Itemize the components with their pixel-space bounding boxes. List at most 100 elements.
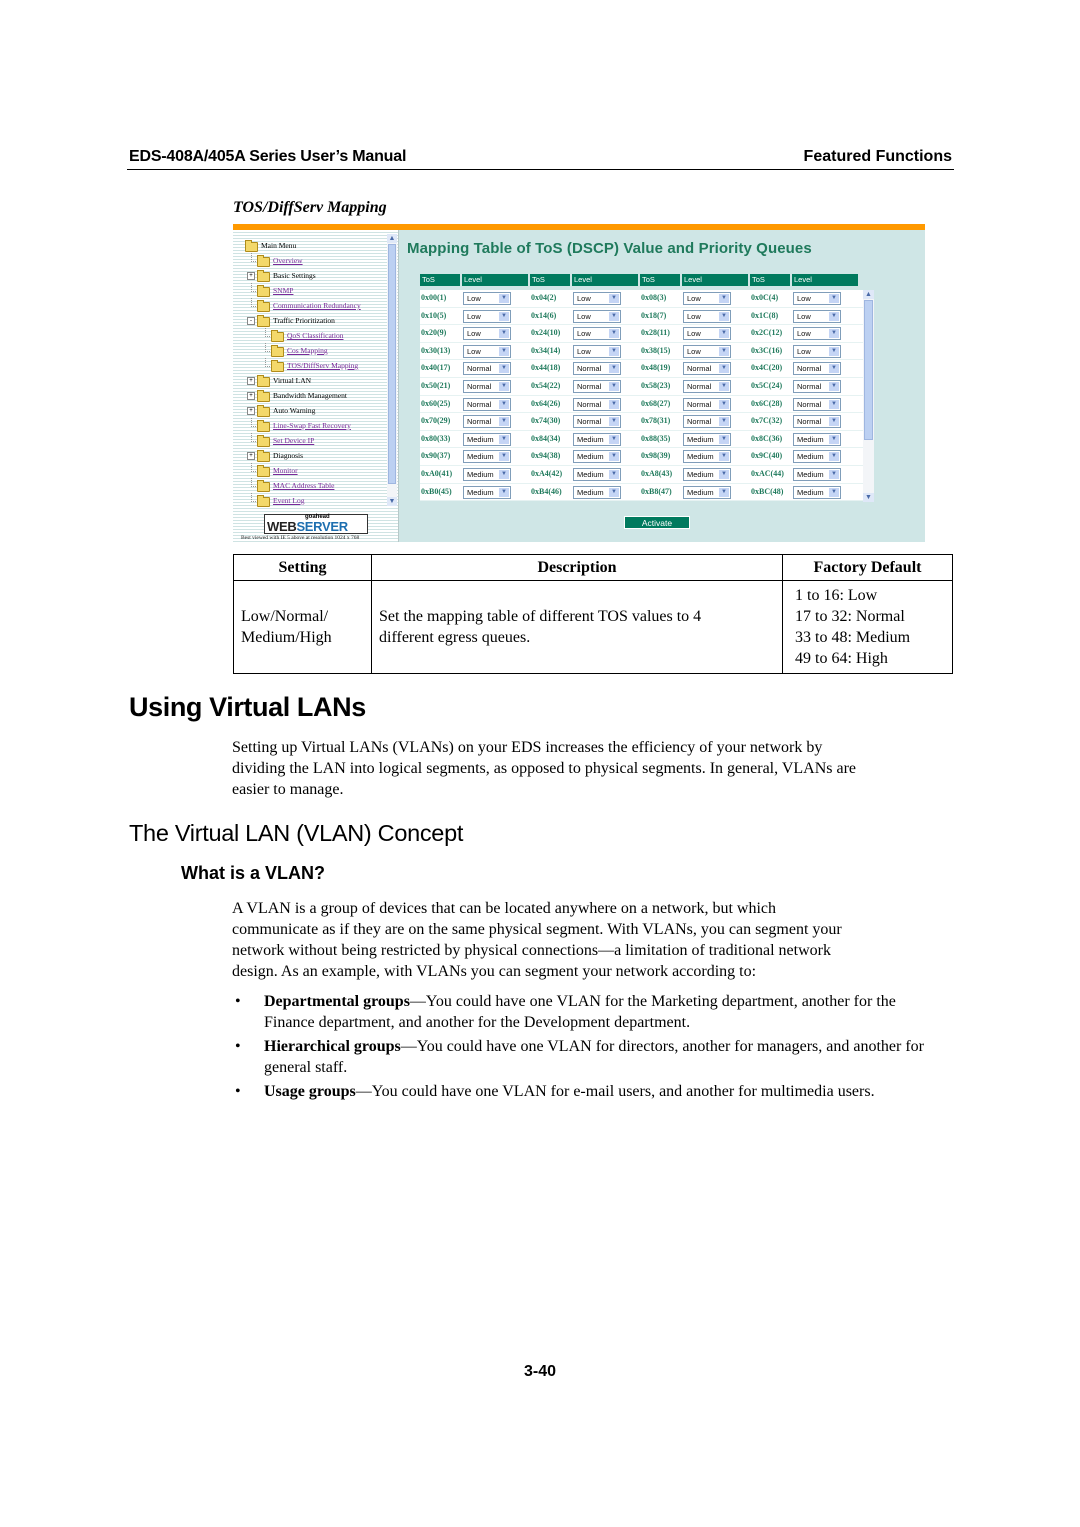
sidebar-item[interactable]: Line-Swap Fast Recovery bbox=[237, 418, 385, 433]
chevron-down-icon[interactable]: ▼ bbox=[829, 364, 839, 374]
sidebar-item[interactable]: Overview bbox=[237, 253, 385, 268]
level-select[interactable]: Low ▼ bbox=[683, 292, 731, 305]
chevron-down-icon[interactable]: ▼ bbox=[719, 329, 729, 339]
chevron-down-icon[interactable]: ▼ bbox=[499, 329, 509, 339]
chevron-down-icon[interactable]: ▼ bbox=[609, 346, 619, 356]
sidebar-item-label[interactable]: SNMP bbox=[273, 283, 293, 298]
chevron-down-icon[interactable]: ▼ bbox=[609, 469, 619, 479]
chevron-down-icon[interactable]: ▼ bbox=[829, 417, 839, 427]
chevron-down-icon[interactable]: ▼ bbox=[719, 311, 729, 321]
chevron-down-icon[interactable]: ▼ bbox=[719, 399, 729, 409]
chevron-down-icon[interactable]: ▼ bbox=[609, 452, 619, 462]
activate-button[interactable]: Activate bbox=[624, 516, 690, 529]
chevron-down-icon[interactable]: ▼ bbox=[829, 381, 839, 391]
sidebar-item[interactable]: SNMP bbox=[237, 283, 385, 298]
sidebar-item-label[interactable]: MAC Address Table bbox=[273, 478, 334, 493]
chevron-down-icon[interactable]: ▼ bbox=[609, 417, 619, 427]
sidebar-item-label[interactable]: TOS/DiffServ Mapping bbox=[287, 358, 358, 373]
level-select[interactable]: Normal ▼ bbox=[463, 397, 511, 411]
expand-icon[interactable]: + bbox=[247, 452, 255, 460]
level-select[interactable]: Medium ▼ bbox=[573, 467, 621, 481]
sidebar-item-label[interactable]: Event Log bbox=[273, 493, 304, 508]
scrollbar-thumb[interactable] bbox=[864, 300, 873, 440]
chevron-down-icon[interactable]: ▼ bbox=[829, 294, 839, 303]
level-select[interactable]: Normal ▼ bbox=[793, 397, 841, 411]
sidebar-item-label[interactable]: Set Device IP bbox=[273, 433, 314, 448]
level-select[interactable]: Medium ▼ bbox=[793, 485, 841, 499]
chevron-down-icon[interactable]: ▼ bbox=[719, 417, 729, 427]
level-select[interactable]: Low ▼ bbox=[683, 309, 731, 323]
chevron-down-icon[interactable]: ▼ bbox=[609, 399, 619, 409]
level-select[interactable]: Medium ▼ bbox=[793, 432, 841, 446]
sidebar-item[interactable]: MAC Address Table bbox=[237, 478, 385, 493]
level-select[interactable]: Normal ▼ bbox=[683, 362, 731, 376]
chevron-down-icon[interactable]: ▼ bbox=[829, 469, 839, 479]
sidebar-item[interactable]: Set Device IP bbox=[237, 433, 385, 448]
chevron-down-icon[interactable]: ▼ bbox=[609, 294, 619, 303]
chevron-down-icon[interactable]: ▼ bbox=[499, 346, 509, 356]
level-select[interactable]: Medium ▼ bbox=[683, 467, 731, 481]
expand-icon[interactable]: + bbox=[247, 392, 255, 400]
level-select[interactable]: Normal ▼ bbox=[573, 362, 621, 376]
sidebar-item[interactable]: + Virtual LAN bbox=[237, 373, 385, 388]
level-select[interactable]: Low ▼ bbox=[793, 327, 841, 341]
scrollbar-thumb[interactable] bbox=[388, 244, 396, 484]
level-select[interactable]: Normal ▼ bbox=[573, 415, 621, 429]
chevron-down-icon[interactable]: ▼ bbox=[499, 381, 509, 391]
sidebar-item[interactable]: Monitor bbox=[237, 463, 385, 478]
level-select[interactable]: Normal ▼ bbox=[463, 362, 511, 376]
sidebar-item[interactable]: Communication Redundancy bbox=[237, 298, 385, 313]
sidebar-item[interactable]: + Diagnosis bbox=[237, 448, 385, 463]
scroll-down-icon[interactable]: ▼ bbox=[387, 497, 397, 506]
sidebar-item-label[interactable]: Overview bbox=[273, 253, 303, 268]
level-select[interactable]: Normal ▼ bbox=[683, 415, 731, 429]
sidebar-item[interactable]: TOS/DiffServ Mapping bbox=[237, 358, 385, 373]
chevron-down-icon[interactable]: ▼ bbox=[499, 294, 509, 303]
level-select[interactable]: Medium ▼ bbox=[463, 485, 511, 499]
chevron-down-icon[interactable]: ▼ bbox=[829, 329, 839, 339]
chevron-down-icon[interactable]: ▼ bbox=[499, 469, 509, 479]
scroll-down-icon[interactable]: ▼ bbox=[863, 493, 874, 502]
chevron-down-icon[interactable]: ▼ bbox=[719, 452, 729, 462]
chevron-down-icon[interactable]: ▼ bbox=[829, 487, 839, 497]
chevron-down-icon[interactable]: ▼ bbox=[609, 329, 619, 339]
level-select[interactable]: Medium ▼ bbox=[463, 450, 511, 464]
level-select[interactable]: Low ▼ bbox=[573, 344, 621, 358]
level-select[interactable]: Low ▼ bbox=[463, 344, 511, 358]
level-select[interactable]: Medium ▼ bbox=[463, 467, 511, 481]
sidebar-item[interactable]: + Basic Settings bbox=[237, 268, 385, 283]
expand-icon[interactable]: + bbox=[247, 407, 255, 415]
level-select[interactable]: Low ▼ bbox=[683, 344, 731, 358]
level-select[interactable]: Medium ▼ bbox=[793, 450, 841, 464]
sidebar-item[interactable]: - Traffic Prioritization bbox=[237, 313, 385, 328]
chevron-down-icon[interactable]: ▼ bbox=[609, 434, 619, 444]
chevron-down-icon[interactable]: ▼ bbox=[719, 469, 729, 479]
sidebar-item-label[interactable]: QoS Classification bbox=[287, 328, 343, 343]
level-select[interactable]: Low ▼ bbox=[793, 344, 841, 358]
level-select[interactable]: Medium ▼ bbox=[573, 485, 621, 499]
chevron-down-icon[interactable]: ▼ bbox=[719, 346, 729, 356]
chevron-down-icon[interactable]: ▼ bbox=[499, 311, 509, 321]
level-select[interactable]: Low ▼ bbox=[463, 292, 511, 305]
chevron-down-icon[interactable]: ▼ bbox=[829, 434, 839, 444]
level-select[interactable]: Normal ▼ bbox=[463, 415, 511, 429]
chevron-down-icon[interactable]: ▼ bbox=[719, 381, 729, 391]
sidebar-item-label[interactable]: Line-Swap Fast Recovery bbox=[273, 418, 351, 433]
sidebar-item[interactable]: Cos Mapping bbox=[237, 343, 385, 358]
sidebar-item-label[interactable]: Cos Mapping bbox=[287, 343, 328, 358]
sidebar-scrollbar[interactable]: ▲ ▼ bbox=[387, 234, 397, 506]
level-select[interactable]: Low ▼ bbox=[573, 309, 621, 323]
level-select[interactable]: Low ▼ bbox=[793, 292, 841, 305]
expand-icon[interactable]: + bbox=[247, 377, 255, 385]
level-select[interactable]: Normal ▼ bbox=[793, 379, 841, 393]
chevron-down-icon[interactable]: ▼ bbox=[609, 311, 619, 321]
level-select[interactable]: Normal ▼ bbox=[793, 415, 841, 429]
level-select[interactable]: Low ▼ bbox=[573, 327, 621, 341]
level-select[interactable]: Normal ▼ bbox=[683, 397, 731, 411]
level-select[interactable]: Medium ▼ bbox=[683, 450, 731, 464]
chevron-down-icon[interactable]: ▼ bbox=[499, 452, 509, 462]
chevron-down-icon[interactable]: ▼ bbox=[829, 311, 839, 321]
scroll-up-icon[interactable]: ▲ bbox=[387, 234, 397, 243]
chevron-down-icon[interactable]: ▼ bbox=[499, 399, 509, 409]
level-select[interactable]: Low ▼ bbox=[573, 292, 621, 305]
